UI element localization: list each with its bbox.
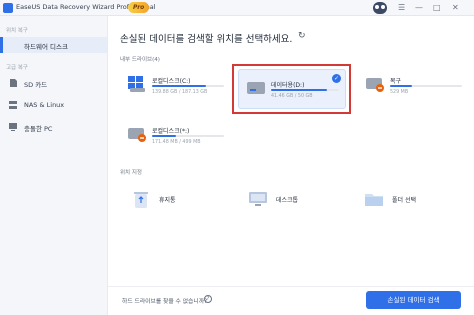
- minimize-button[interactable]: —: [415, 3, 423, 13]
- recycle-bin-icon: [134, 192, 148, 208]
- sidebar-section-location: 위치 복구: [6, 28, 28, 34]
- drive-warning-icon: [366, 78, 384, 92]
- drive-size: 139.88 GB / 187.13 GB: [152, 90, 208, 95]
- crashed-pc-icon: [9, 123, 17, 131]
- drive-usage-fill: [152, 135, 177, 137]
- location-name: 휴지통: [159, 197, 176, 204]
- drive-size: 171.48 MB / 499 MB: [152, 140, 201, 145]
- drive-usage-fill: [152, 85, 206, 87]
- folder-icon: [365, 194, 383, 206]
- location-recycle-bin[interactable]: 휴지통: [131, 187, 211, 211]
- sidebar-item-label: SD 카드: [24, 81, 48, 89]
- windows-drive-icon: [128, 76, 145, 92]
- drive-name: 로컬디스크(*:): [152, 128, 190, 135]
- sidebar-item-nas[interactable]: NAS & Linux: [0, 97, 107, 113]
- drive-card-unknown[interactable]: 로컬디스크(*:) 171.48 MB / 499 MB: [120, 116, 230, 156]
- location-folder[interactable]: 폴더 선택: [364, 187, 454, 211]
- sidebar-item-label: 충돌한 PC: [24, 125, 53, 133]
- drive-card-c[interactable]: 로컬디스크(C:) 139.88 GB / 187.13 GB: [120, 66, 230, 106]
- scan-lost-data-button[interactable]: 손실된 데이터 검색: [366, 291, 461, 309]
- close-button[interactable]: ✕: [452, 3, 459, 13]
- location-name: 데스크톱: [276, 197, 299, 204]
- drive-usage-bar: [390, 85, 462, 87]
- sidebar-item-label: 하드웨어 디스크: [24, 43, 68, 51]
- sidebar-item-hardware-disk[interactable]: 하드웨어 디스크: [0, 37, 107, 53]
- pro-badge: Pro: [128, 2, 150, 13]
- drive-usage-bar: [152, 85, 224, 87]
- drive-card-recovery[interactable]: 복구 529 MB: [358, 66, 468, 106]
- sidebar-item-crashed-pc[interactable]: 충돌한 PC: [0, 119, 107, 135]
- highlight-frame: [232, 64, 351, 114]
- drive-usage-fill: [390, 85, 412, 87]
- internal-drives-label: 내부 드라이브(4): [120, 57, 160, 63]
- app-logo-icon: [3, 3, 13, 13]
- mascot-icon[interactable]: [373, 2, 387, 14]
- sd-card-icon: [10, 79, 17, 87]
- drive-size: 529 MB: [390, 90, 409, 95]
- menu-icon[interactable]: ☰: [398, 3, 405, 13]
- drive-warning-icon: [128, 128, 146, 142]
- sidebar-section-advanced: 고급 복구: [6, 65, 28, 71]
- sidebar-item-sd-card[interactable]: SD 카드: [0, 75, 107, 91]
- maximize-button[interactable]: □: [433, 3, 441, 13]
- refresh-icon[interactable]: ↻: [298, 31, 306, 41]
- page-title: 손실된 데이터를 검색할 위치를 선택하세요.: [120, 34, 293, 45]
- sidebar-item-label: NAS & Linux: [24, 101, 65, 109]
- sidebar: 위치 복구 하드웨어 디스크 고급 복구 SD 카드 NAS & Linux 충…: [0, 16, 108, 315]
- desktop-icon: [249, 192, 267, 206]
- nas-icon: [9, 101, 17, 109]
- cannot-find-drive-text[interactable]: 하드 드라이브를 찾을 수 없습니까?: [122, 296, 207, 305]
- title-bar: EaseUS Data Recovery Wizard Professional…: [0, 0, 474, 16]
- drive-usage-bar: [152, 135, 224, 137]
- help-icon[interactable]: ?: [204, 295, 212, 303]
- drive-name: 복구: [390, 78, 402, 85]
- drive-name: 로컬디스크(C:): [152, 78, 191, 85]
- location-desktop[interactable]: 데스크톱: [248, 187, 328, 211]
- location-name: 폴더 선택: [392, 197, 416, 204]
- location-label: 위치 지정: [120, 170, 142, 176]
